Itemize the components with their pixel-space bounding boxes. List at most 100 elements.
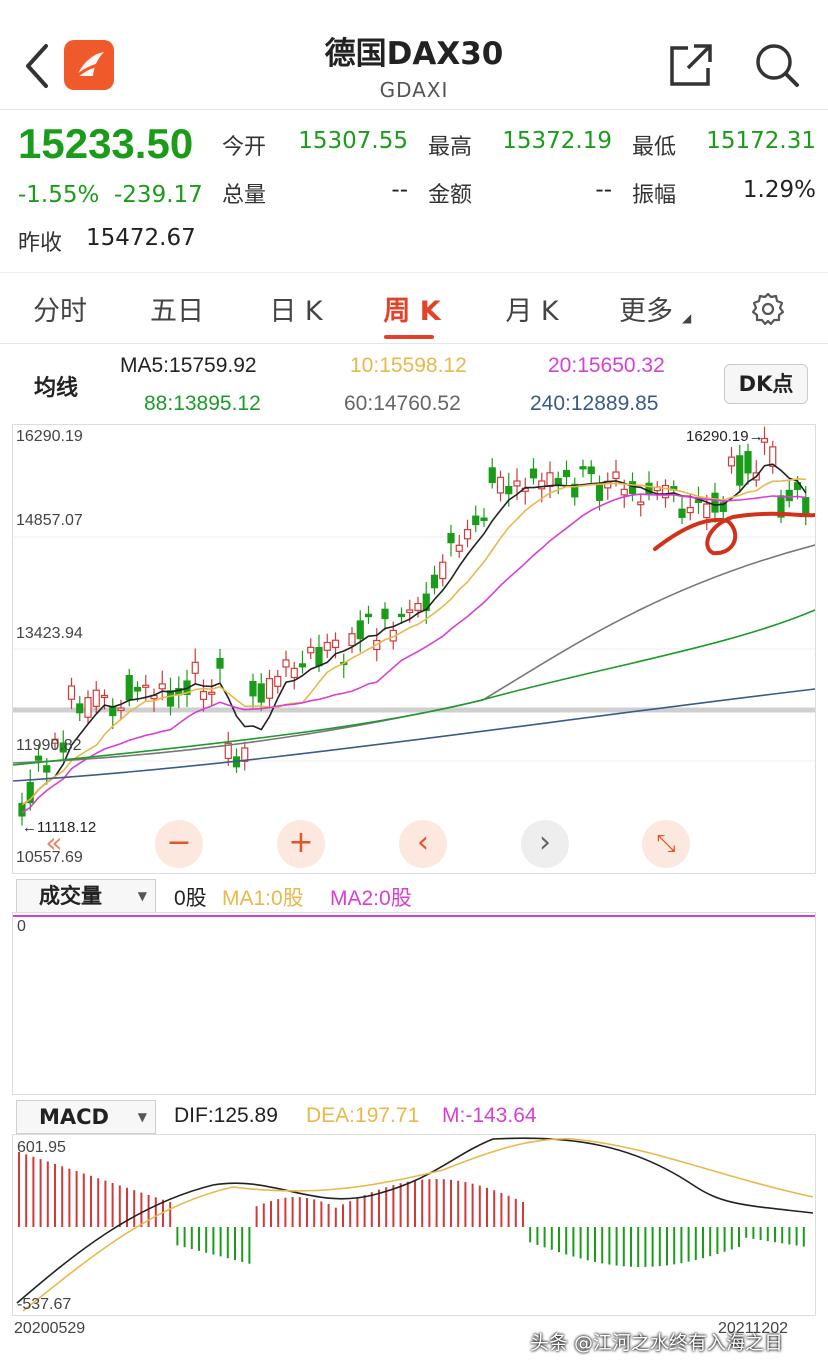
low-value: 15172.31 [706,128,816,154]
candle-body [348,633,356,647]
amplitude-label: 振幅 [632,183,677,208]
next-button[interactable]: › [521,820,569,868]
previous-button[interactable]: ‹ [399,820,447,868]
candle-body [290,667,298,679]
watermark-text: 头条 @江河之水终有入海之日 [530,1332,784,1354]
candle-body [397,613,406,618]
volume-indicator-select[interactable]: 成交量 ▼ [16,879,156,913]
candlestick-chart-panel[interactable] [12,424,816,874]
candle-body [100,694,109,699]
ma10-value: 10:15598.12 [350,354,467,377]
rewind-button[interactable]: « [30,820,78,868]
candle-body [265,678,274,699]
candle-body [315,646,323,667]
ma60-value: 60:14760.52 [344,392,461,415]
candle-body [257,683,265,703]
candle-body [447,533,455,544]
candle-body [307,646,315,654]
active-tab-indicator [384,335,434,339]
candle-body [637,501,645,506]
volume-axis-zero: 0 [17,918,26,935]
volume-chart-panel[interactable] [12,912,816,1095]
volume-label: 总量 [222,183,267,208]
fullscreen-button[interactable]: ⤡ [642,820,690,868]
macd-chart-panel[interactable] [12,1134,816,1316]
volume-value: 0股 [174,887,207,910]
candle-body [199,690,208,700]
tab-monthly-k[interactable]: 月 K [482,289,582,328]
ma88-value: 88:13895.12 [144,392,261,415]
candle-body [133,686,142,692]
candle-body [191,661,199,674]
settings-gear-icon[interactable] [750,291,786,327]
volume-ma-line [13,915,815,917]
tab-weekly-k[interactable]: 周 K [362,289,462,328]
candle-body [727,456,736,467]
candle-body [678,508,686,518]
candle-body [406,609,414,614]
candle-body [142,684,150,688]
tab-more[interactable]: 更多 [596,289,696,328]
prev-close-value: 15472.67 [86,225,196,251]
candle-body [125,675,133,701]
zoom-in-button[interactable]: + [277,820,325,868]
candle-body [463,529,472,540]
candle-body [208,691,216,695]
candle-body [711,492,719,513]
amplitude-value: 1.29% [742,177,816,203]
candle-body [488,467,496,484]
max-price-marker: 16290.19→ [686,428,764,445]
ma20-value: 20:15650.32 [548,354,665,377]
candlestick-chart [13,426,815,826]
candle-body [505,485,513,495]
candle-body [587,466,595,475]
candle-body [480,517,488,521]
period-tabs: 分时 五日 日 K 周 K 月 K 更多 ◢ [0,272,828,344]
candle-body [414,602,422,611]
tab-intraday[interactable]: 分时 [10,289,110,328]
candle-body [274,675,282,687]
candle-body [381,608,389,620]
tab-five-day[interactable]: 五日 [127,289,227,328]
tab-daily-k[interactable]: 日 K [246,289,346,328]
price-axis-l4: 11990.82 [16,737,82,754]
candle-body [331,639,340,649]
current-price: 15233.50 [18,120,194,167]
high-label: 最高 [428,135,473,160]
share-icon[interactable] [666,40,716,90]
ma5-value: MA5:15759.92 [120,354,257,377]
amount-value: -- [595,177,612,203]
prev-close-label: 昨收 [18,231,63,256]
macd-indicator-select[interactable]: MACD ▼ [16,1100,156,1134]
ma-label: 均线 [34,375,79,400]
candle-body [455,544,463,552]
search-icon[interactable] [752,40,802,90]
candle-body [158,683,166,690]
candle-body [472,515,480,526]
candle-body [785,489,793,502]
open-label: 今开 [222,135,267,160]
macd-axis-bottom: -537.67 [17,1296,72,1313]
candle-body [298,663,307,668]
volume-value: -- [391,177,408,203]
ma88-line [13,609,815,766]
candle-body [546,472,554,488]
candle-body [736,455,744,486]
candle-body [686,506,694,514]
dropdown-arrow-icon: ▼ [137,889,147,903]
candle-body [356,620,364,640]
candle-body [92,689,100,707]
zoom-out-button[interactable]: − [155,820,203,868]
candle-body [595,484,604,501]
dk-point-button[interactable]: DK点 [724,364,808,404]
macd-dea: DEA:197.71 [306,1104,420,1127]
macd-chart [16,1137,814,1312]
candle-body [84,697,92,718]
candle-body [562,469,571,478]
volume-ma2: MA2:0股 [330,887,412,910]
volume-select-label: 成交量 [39,884,102,908]
candle-body [529,468,538,479]
candle-body [216,657,224,669]
candle-body [439,561,447,580]
hand-drawn-annotation [653,511,815,556]
